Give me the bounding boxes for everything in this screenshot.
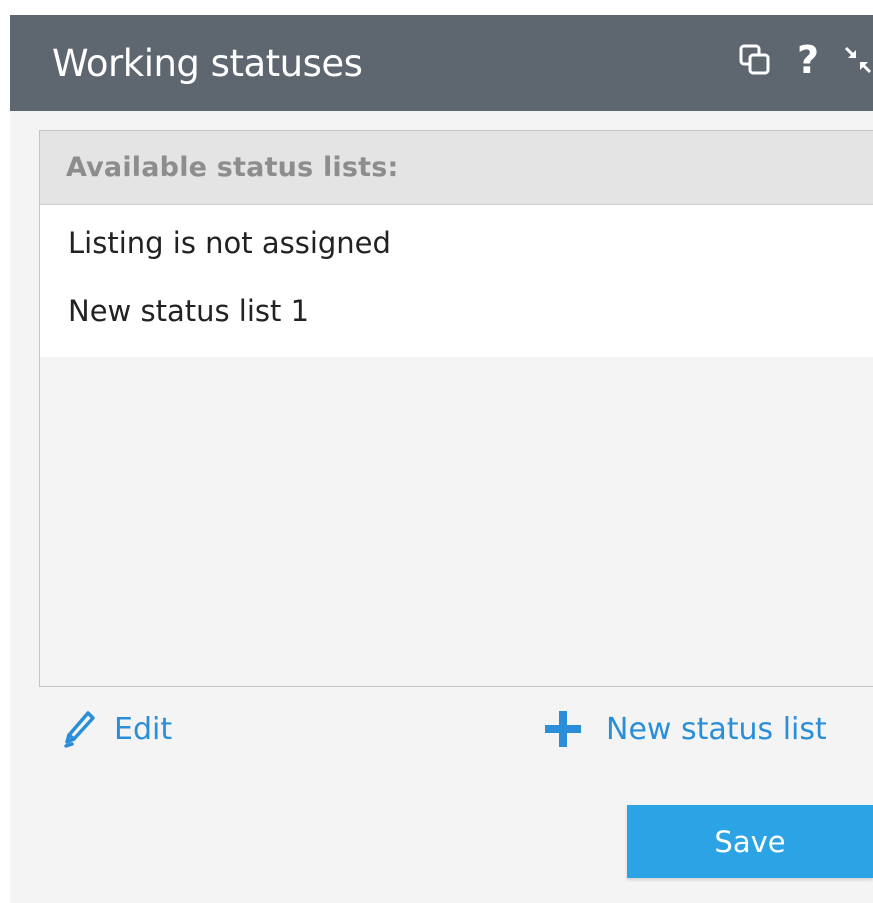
save-button[interactable]: Save [627, 805, 873, 878]
edit-label: Edit [114, 711, 173, 747]
titlebar-icons: ? [735, 35, 873, 85]
list-item[interactable]: Listing is not assigned [40, 209, 873, 277]
dialog-title: Working statuses [52, 42, 363, 85]
new-status-list-button[interactable]: New status list [543, 709, 827, 749]
dialog-titlebar: Working statuses ? [10, 15, 873, 111]
edit-button[interactable]: Edit [62, 709, 172, 749]
list-item[interactable]: New status list 1 [40, 277, 873, 345]
status-list: Listing is not assigned New status list … [40, 205, 873, 357]
new-status-list-label: New status list [606, 711, 827, 747]
plus-icon [543, 709, 583, 749]
collapse-icon[interactable] [843, 40, 873, 80]
status-list-header: Available status lists: [40, 131, 873, 205]
pencil-icon [62, 709, 96, 749]
status-list-panel: Available status lists: Listing is not a… [39, 130, 873, 687]
list-actions: Edit New status list [10, 705, 873, 765]
working-statuses-dialog: Working statuses ? Available status list… [10, 15, 873, 903]
copy-icon[interactable] [735, 40, 775, 80]
help-icon[interactable]: ? [793, 38, 823, 82]
